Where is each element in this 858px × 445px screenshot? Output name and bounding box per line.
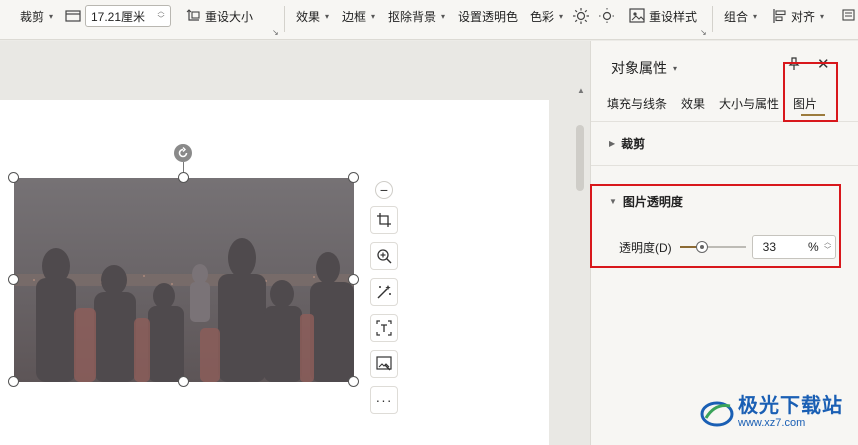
section-divider <box>591 165 858 166</box>
group-button[interactable]: 组合 ▾ <box>724 4 757 28</box>
chevron-down-icon: ▾ <box>673 63 678 73</box>
color-label: 色彩 <box>530 9 555 24</box>
height-icon <box>64 8 82 24</box>
watermark-logo: 极光下载站 www.xz7.com <box>700 396 843 429</box>
image-settings-button[interactable] <box>370 350 398 378</box>
chevron-down-icon: ▾ <box>753 11 758 21</box>
crop-label: 裁剪 <box>20 9 45 24</box>
rotate-icon <box>178 147 188 158</box>
reset-size-button[interactable]: 重设大小 <box>186 4 253 28</box>
align-icon <box>772 8 788 24</box>
minus-icon: − <box>379 182 389 198</box>
chevron-down-icon: ▾ <box>325 11 330 21</box>
crop-button[interactable]: 裁剪 ▾ <box>20 4 53 28</box>
brightness-down-icon <box>598 7 616 25</box>
border-button[interactable]: 边框 ▾ <box>342 4 375 28</box>
reset-style-label: 重设样式 <box>649 9 698 24</box>
height-size-group: 17.21厘米 ︿ ﹀ <box>64 4 171 28</box>
watermark-name: 极光下载站 <box>738 395 843 417</box>
picture-tab-highlight <box>783 62 838 122</box>
chevron-up-icon[interactable]: ︿ <box>158 8 165 16</box>
group-label: 组合 <box>724 9 749 24</box>
collapse-tools-button[interactable]: − <box>375 181 393 199</box>
chevron-down-icon: ▾ <box>820 11 825 21</box>
size-input[interactable]: 17.21厘米 ︿ ﹀ <box>85 5 171 27</box>
set-transparent-color-label: 设置透明色 <box>458 9 519 24</box>
increase-brightness-button[interactable] <box>572 4 590 28</box>
more-icon: ··· <box>375 392 393 408</box>
remove-background-label: 抠除背景 <box>388 9 437 24</box>
more-options-button[interactable]: ··· <box>370 386 398 414</box>
tab-fill-line[interactable]: 填充与线条 <box>607 95 667 112</box>
toolbar-divider <box>284 6 285 32</box>
tab-size-properties[interactable]: 大小与属性 <box>719 95 779 112</box>
size-stepper[interactable]: ︿ ﹀ <box>155 8 167 24</box>
chevron-down-icon: ▾ <box>371 11 376 21</box>
chevron-down-icon: ▾ <box>559 11 564 21</box>
chevron-down-icon: ▾ <box>441 11 446 21</box>
size-value: 17.21厘米 <box>91 9 146 24</box>
resize-handle-bottom[interactable] <box>178 376 189 387</box>
brightness-up-icon <box>572 7 590 25</box>
aurora-logo-icon <box>700 401 734 426</box>
panel-title-label: 对象属性 <box>611 60 667 76</box>
decrease-brightness-button[interactable] <box>598 4 616 28</box>
crop-section-label: 裁剪 <box>621 137 646 151</box>
tab-effects[interactable]: 效果 <box>681 95 705 112</box>
border-label: 边框 <box>342 9 367 24</box>
picture-content <box>14 178 354 382</box>
zoom-picture-button[interactable] <box>370 242 398 270</box>
resize-handle-bottom-left[interactable] <box>8 376 19 387</box>
effects-button[interactable]: 效果 ▾ <box>296 4 329 28</box>
chevron-down-icon[interactable]: ﹀ <box>158 16 165 24</box>
expand-triangle-icon: ▶ <box>609 139 616 148</box>
image-edit-icon <box>376 356 392 371</box>
magic-tool-button[interactable] <box>370 278 398 306</box>
more-tools-button[interactable] <box>840 4 856 28</box>
align-button[interactable]: 对齐 ▾ <box>772 4 824 28</box>
reset-style-button[interactable]: 重设样式 <box>628 4 697 28</box>
magic-wand-icon <box>377 285 391 299</box>
wrap-text-icon <box>840 8 856 24</box>
crop-tool-button[interactable] <box>370 206 398 234</box>
picture-toolbar: 裁剪 ▾ 17.21厘米 ︿ ﹀ 重设大小 ↘ 效果 ▾ 边框 ▾ 抠除背景 ▾ 设置透明… <box>0 0 858 40</box>
crop-section-header[interactable]: ▶ 裁剪 <box>609 135 645 152</box>
watermark-url: www.xz7.com <box>738 417 806 429</box>
remove-background-button[interactable]: 抠除背景 ▾ <box>388 4 445 28</box>
resize-handle-top-right[interactable] <box>348 172 359 183</box>
resize-handle-bottom-right[interactable] <box>348 376 359 387</box>
reset-size-icon <box>186 8 202 24</box>
resize-handle-right[interactable] <box>348 274 359 285</box>
extract-text-button[interactable] <box>370 314 398 342</box>
reset-size-label: 重设大小 <box>205 9 254 24</box>
resize-handle-top[interactable] <box>178 172 189 183</box>
reset-style-icon <box>628 7 646 25</box>
crop-icon <box>377 213 391 227</box>
zoom-in-icon <box>377 249 392 264</box>
rotate-handle[interactable] <box>174 144 192 162</box>
effects-label: 效果 <box>296 9 321 24</box>
selected-picture[interactable] <box>14 178 354 382</box>
chevron-down-icon: ▾ <box>49 11 54 21</box>
color-button[interactable]: 色彩 ▾ <box>530 4 563 28</box>
vertical-scrollbar[interactable] <box>576 125 584 191</box>
align-label: 对齐 <box>791 9 816 24</box>
toolbar-divider <box>712 6 713 32</box>
scroll-up-icon[interactable]: ▲ <box>577 86 585 95</box>
resize-handle-left[interactable] <box>8 274 19 285</box>
text-recognition-icon <box>376 320 392 336</box>
panel-title[interactable]: 对象属性 ▾ <box>611 58 677 78</box>
resize-handle-top-left[interactable] <box>8 172 19 183</box>
expand-corner-icon[interactable]: ↘ <box>700 28 707 37</box>
transparency-section-highlight <box>590 184 841 268</box>
set-transparent-color-button[interactable]: 设置透明色 <box>458 4 518 28</box>
expand-corner-icon[interactable]: ↘ <box>272 28 279 37</box>
